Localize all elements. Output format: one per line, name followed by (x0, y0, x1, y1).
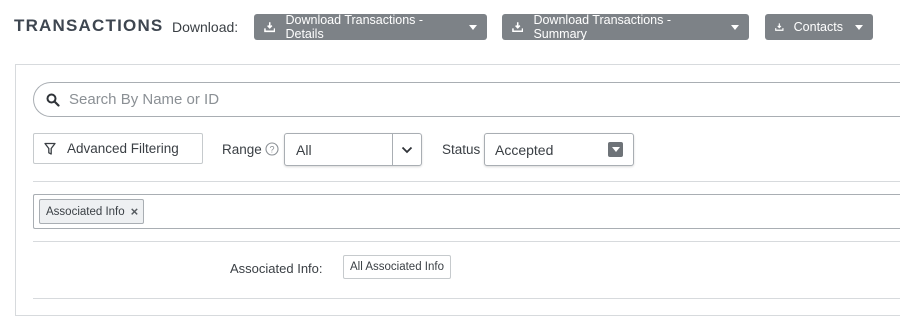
advanced-filtering-button[interactable]: Advanced Filtering (33, 133, 203, 164)
download-tray-icon (264, 22, 276, 33)
search-input[interactable] (69, 91, 769, 108)
funnel-icon (44, 142, 56, 155)
caret-down-icon (469, 24, 477, 30)
all-associated-info-button[interactable]: All Associated Info (343, 255, 451, 279)
download-tray-icon (512, 22, 524, 33)
download-summary-label: Download Transactions - Summary (533, 13, 672, 41)
dropdown-arrow-icon (608, 142, 623, 157)
filter-tag: Associated Info × (39, 199, 145, 224)
divider (33, 241, 900, 242)
search-icon (46, 93, 60, 107)
search-box[interactable] (33, 82, 900, 117)
caret-down-icon (731, 24, 739, 30)
associated-info-label: Associated Info: (230, 261, 323, 276)
caret-down-icon (855, 24, 863, 30)
filter-tag-label: Associated Info (46, 205, 125, 218)
remove-tag-icon[interactable]: × (131, 204, 139, 219)
advanced-filtering-label: Advanced Filtering (67, 141, 179, 156)
divider (33, 298, 900, 299)
svg-text:?: ? (269, 144, 274, 154)
range-value: All (296, 141, 312, 158)
download-details-label: Download Transactions - Details (285, 13, 424, 41)
divider (33, 181, 900, 182)
page-title: TRANSACTIONS (14, 16, 164, 35)
filter-tags-box[interactable]: Associated Info × (33, 194, 900, 229)
download-tray-icon (775, 23, 784, 31)
range-label: Range (222, 142, 262, 157)
contacts-button[interactable]: Contacts (765, 14, 873, 40)
chevron-down-icon (393, 146, 421, 154)
filter-panel: Advanced Filtering Range ? All Status Ac… (15, 64, 900, 316)
status-select[interactable]: Accepted (484, 133, 634, 166)
question-circle-icon[interactable]: ? (265, 142, 279, 156)
download-summary-button[interactable]: Download Transactions - Summary (502, 13, 749, 41)
contacts-label: Contacts (793, 20, 843, 34)
download-details-button[interactable]: Download Transactions - Details (254, 13, 487, 41)
range-select[interactable]: All (284, 133, 422, 166)
status-value: Accepted (495, 141, 554, 158)
status-label: Status (442, 142, 481, 157)
download-label: Download: (172, 19, 239, 35)
